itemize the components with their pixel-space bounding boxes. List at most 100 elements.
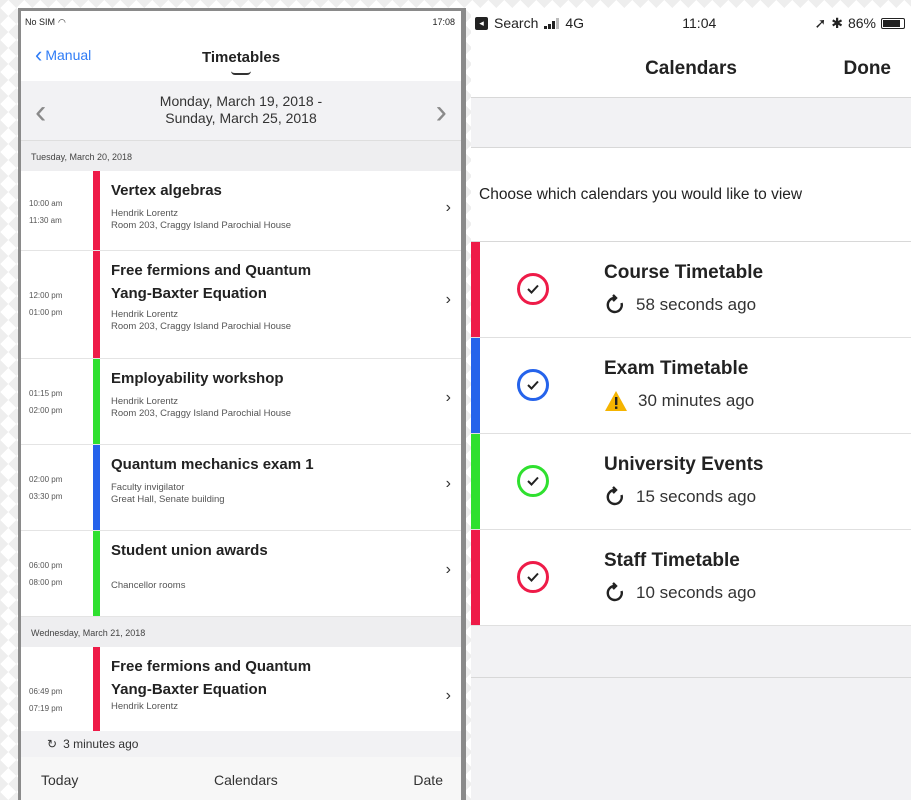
sync-status: ↻ 3 minutes ago <box>21 731 461 757</box>
calendar-updated: 58 seconds ago <box>636 295 757 314</box>
event-content: Free fermions and Quantum Yang-Baxter Eq… <box>111 259 431 333</box>
event-row[interactable]: 12:00 pm 01:00 pm Free fermions and Quan… <box>21 251 461 359</box>
page-title: Timetables <box>201 49 281 66</box>
back-to-app-icon[interactable]: ◂ <box>475 16 488 30</box>
timetables-screen: No SIM ◠ 17:08 ✱ ‹ Manual Timetables ‹ M… <box>18 8 466 800</box>
event-title: Quantum mechanics exam 1 <box>111 456 314 473</box>
calendar-row-staff[interactable]: Staff Timetable 10 seconds ago <box>471 530 911 626</box>
calendars-screen: ◂ Search 4G 11:04 ➚ ✱ 86% Calendars Done… <box>471 8 911 800</box>
event-start: 01:15 pm <box>29 389 63 398</box>
event-location: Room 203, Craggy Island Parochial House <box>111 408 292 419</box>
calendar-color-bar <box>471 242 480 337</box>
event-location: Room 203, Craggy Island Parochial House <box>111 220 292 231</box>
event-start: 06:00 pm <box>29 561 63 570</box>
date-button[interactable]: Date <box>413 772 443 788</box>
location-icon: ➚ <box>814 14 827 31</box>
day-header: Wednesday, March 21, 2018 <box>21 617 461 647</box>
event-row[interactable]: 02:00 pm 03:30 pm Quantum mechanics exam… <box>21 445 461 531</box>
pull-indicator-icon <box>231 71 251 75</box>
event-title-line2: Yang-Baxter Equation <box>111 285 267 302</box>
event-row[interactable]: 01:15 pm 02:00 pm Employability workshop… <box>21 359 461 445</box>
event-end: 11:30 am <box>29 216 62 225</box>
event-person: Hendrik Lorentz <box>111 701 179 712</box>
event-times: 06:00 pm 08:00 pm <box>29 557 62 591</box>
calendar-row-university-events[interactable]: University Events 15 seconds ago <box>471 434 911 530</box>
battery-percent: 86% <box>847 15 876 31</box>
calendar-color-bar <box>93 445 100 530</box>
checkmark-circle-icon[interactable] <box>517 465 549 497</box>
event-content: Vertex algebras Hendrik Lorentz Room 203… <box>111 179 431 232</box>
event-end: 02:00 pm <box>29 406 63 415</box>
event-title: Vertex algebras <box>111 182 222 199</box>
event-row[interactable]: 10:00 am 11:30 am Vertex algebras Hendri… <box>21 171 461 251</box>
calendars-button[interactable]: Calendars <box>214 772 278 788</box>
event-row[interactable]: 06:00 pm 08:00 pm Student union awards C… <box>21 531 461 617</box>
calendar-color-bar <box>93 359 100 444</box>
refresh-icon: ↻ <box>47 737 58 751</box>
nav-bar: Calendars Done <box>471 38 911 98</box>
back-to-app-label[interactable]: Search <box>494 15 538 31</box>
event-content: Student union awards Chancellor rooms <box>111 539 431 592</box>
today-button[interactable]: Today <box>41 772 78 788</box>
event-end: 03:30 pm <box>29 492 63 501</box>
status-time: 11:04 <box>682 15 717 31</box>
calendar-name: Staff Timetable <box>604 550 740 571</box>
event-title-line2: Yang-Baxter Equation <box>111 681 267 698</box>
event-location: Chancellor rooms <box>111 580 186 591</box>
event-end: 01:00 pm <box>29 308 63 317</box>
refresh-icon <box>606 582 623 602</box>
calendar-color-bar <box>93 251 100 358</box>
status-bar: No SIM ◠ 17:08 ✱ <box>21 11 461 33</box>
event-times: 10:00 am 11:30 am <box>29 195 62 229</box>
week-selector: ‹ Monday, March 19, 2018 - Sunday, March… <box>21 81 461 141</box>
chevron-right-icon: › <box>445 199 451 216</box>
event-location: Room 203, Craggy Island Parochial House <box>111 321 292 332</box>
chevron-right-icon: › <box>445 291 451 308</box>
event-title: Free fermions and Quantum <box>111 262 312 279</box>
done-button[interactable]: Done <box>844 58 892 80</box>
day-header: Tuesday, March 20, 2018 <box>21 141 461 171</box>
calendar-sync-status: 15 seconds ago <box>604 486 756 508</box>
event-times: 06:49 pm 07:19 pm <box>29 683 62 717</box>
event-title: Employability workshop <box>111 370 284 387</box>
chevron-right-icon: › <box>445 475 451 492</box>
week-start: Monday, March 19, 2018 - <box>159 93 323 109</box>
event-end: 08:00 pm <box>29 578 63 587</box>
status-time: 17:08 <box>432 17 455 27</box>
event-title: Student union awards <box>111 542 268 559</box>
event-start: 06:49 pm <box>29 687 63 696</box>
calendar-sync-status: 10 seconds ago <box>604 582 756 604</box>
section-spacer <box>471 626 911 678</box>
chevron-right-icon: › <box>445 561 451 578</box>
signal-icon <box>544 17 560 29</box>
checkmark-circle-icon[interactable] <box>517 561 549 593</box>
calendar-sync-status: 30 minutes ago <box>604 390 754 412</box>
warning-icon <box>605 391 627 411</box>
sync-text: 3 minutes ago <box>63 737 139 751</box>
event-start: 10:00 am <box>29 199 63 208</box>
chevron-right-icon: › <box>445 687 451 704</box>
event-start: 02:00 pm <box>29 475 63 484</box>
calendar-name: Course Timetable <box>604 262 764 283</box>
bluetooth-icon: ✱ <box>831 14 843 31</box>
calendar-sync-status: 58 seconds ago <box>604 294 756 316</box>
event-location: Great Hall, Senate building <box>111 494 225 505</box>
calendar-row-exam[interactable]: Exam Timetable 30 minutes ago <box>471 338 911 434</box>
calendar-updated: 10 seconds ago <box>636 583 757 602</box>
event-times: 12:00 pm 01:00 pm <box>29 287 62 321</box>
next-week-button[interactable]: › <box>436 93 447 132</box>
event-content: Quantum mechanics exam 1 Faculty invigil… <box>111 453 431 506</box>
week-end: Sunday, March 25, 2018 <box>165 110 317 126</box>
event-end: 07:19 pm <box>29 704 63 713</box>
event-times: 02:00 pm 03:30 pm <box>29 471 62 505</box>
checkmark-circle-icon[interactable] <box>517 273 549 305</box>
event-person: Hendrik Lorentz <box>111 396 179 407</box>
calendar-color-bar <box>471 434 480 529</box>
calendar-color-bar <box>471 338 480 433</box>
event-person: Hendrik Lorentz <box>111 208 179 219</box>
calendar-color-bar <box>471 530 480 625</box>
week-range: Monday, March 19, 2018 - Sunday, March 2… <box>21 93 461 127</box>
calendar-row-course[interactable]: Course Timetable 58 seconds ago <box>471 242 911 338</box>
checkmark-circle-icon[interactable] <box>517 369 549 401</box>
calendar-name: University Events <box>604 454 764 475</box>
